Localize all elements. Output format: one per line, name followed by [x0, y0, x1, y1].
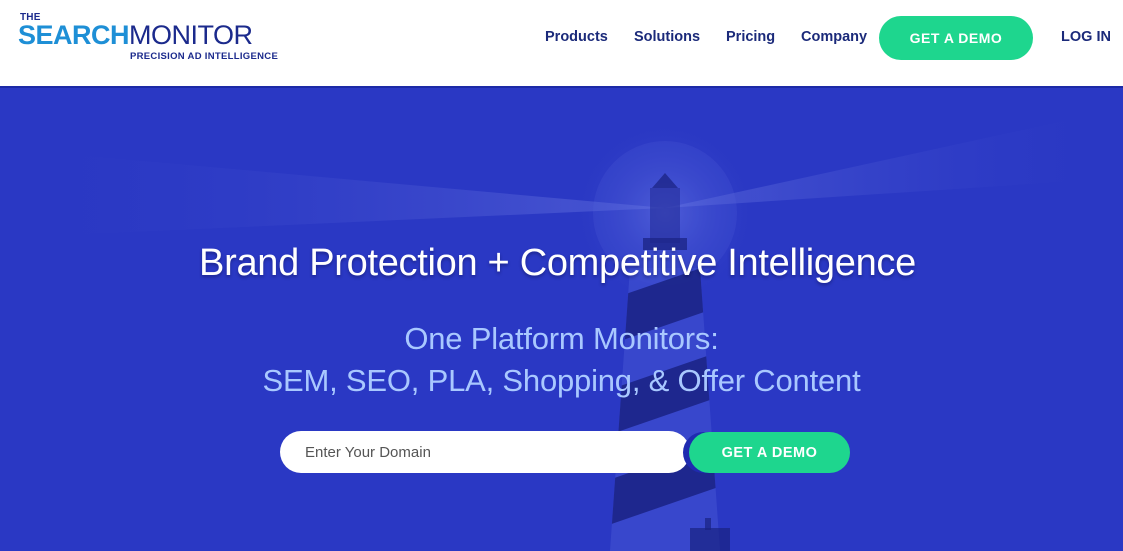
hero-subtitle-line1: One Platform Monitors: [404, 321, 719, 356]
logo-monitor-text: MONITOR [129, 20, 253, 50]
hero-title: Brand Protection + Competitive Intellige… [199, 242, 916, 284]
nav-solutions[interactable]: Solutions [634, 29, 700, 45]
site-header: THE SEARCHMONITOR PRECISION AD INTELLIGE… [0, 0, 1123, 88]
brand-logo[interactable]: THE SEARCHMONITOR PRECISION AD INTELLIGE… [18, 12, 278, 68]
nav-pricing[interactable]: Pricing [726, 29, 775, 45]
lighthouse-background-image [0, 108, 1123, 551]
logo-wordmark: SEARCHMONITOR [18, 20, 253, 50]
logo-tagline: PRECISION AD INTELLIGENCE [130, 51, 279, 62]
login-link[interactable]: LOG IN [1061, 29, 1111, 45]
nav-products[interactable]: Products [545, 29, 608, 45]
hero-subtitle-line2: SEM, SEO, PLA, Shopping, & Offer Content [262, 363, 861, 398]
hero-section: Brand Protection + Competitive Intellige… [0, 88, 1123, 551]
nav-company[interactable]: Company [801, 29, 867, 45]
logo-search-text: SEARCH [18, 20, 130, 50]
header-get-demo-button[interactable]: GET A DEMO [879, 16, 1033, 60]
hero-get-demo-button[interactable]: GET A DEMO [689, 432, 850, 473]
domain-input[interactable] [280, 431, 690, 473]
